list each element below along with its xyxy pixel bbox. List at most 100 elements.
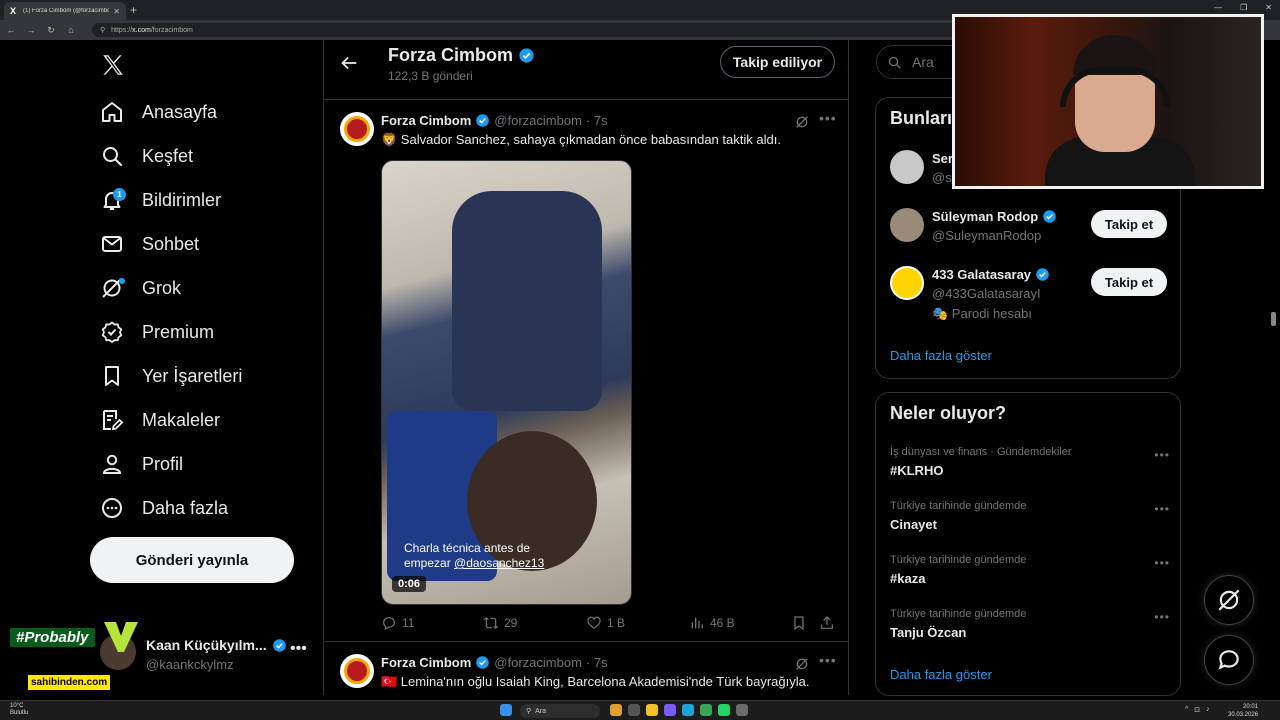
follow-button[interactable]: Takip et <box>1091 268 1167 296</box>
back-arrow-icon[interactable] <box>338 52 360 74</box>
reply-button[interactable]: 11 <box>381 615 414 631</box>
tweet-header: Forza Cimbom @forzacimbom · 7s <box>381 655 608 670</box>
site-info-icon[interactable]: ⚲ <box>100 26 105 34</box>
tweet-time[interactable]: · 7s <box>586 113 608 128</box>
tray-up-icon[interactable]: ^ <box>1185 706 1188 714</box>
weather-desc: Bulutlu <box>10 710 29 716</box>
video-caption-mention[interactable]: @daosanchez13 <box>454 556 544 570</box>
tweet-author-name[interactable]: Forza Cimbom <box>381 113 471 128</box>
nav-explore[interactable]: Keşfet <box>100 141 193 171</box>
tweet[interactable]: Forza Cimbom @forzacimbom · 7s ••• 🇹🇷 Le… <box>324 644 848 704</box>
close-window-icon[interactable]: ✕ <box>1265 3 1272 12</box>
tweet-author-handle[interactable]: @forzacimbom <box>494 113 582 128</box>
tweet-text: 🇹🇷 Lemina'nın oğlu Isaiah King, Barcelon… <box>381 674 810 689</box>
tweet-more-icon[interactable]: ••• <box>819 110 837 126</box>
nav-label: Daha fazla <box>142 497 229 518</box>
trend-more-icon[interactable]: ••• <box>1154 448 1170 462</box>
task-view-icon[interactable] <box>628 704 640 716</box>
forward-nav-icon[interactable]: → <box>26 25 36 35</box>
scrollbar-thumb[interactable] <box>1271 312 1276 326</box>
trend-topic: #KLRHO <box>890 463 944 478</box>
volume-icon[interactable]: ♪ <box>1206 706 1210 714</box>
grok-fab-button[interactable] <box>1204 575 1254 625</box>
account-more-icon[interactable]: ••• <box>290 640 307 658</box>
weather-widget[interactable]: 10°C Bulutlu <box>10 703 28 717</box>
taskbar-search[interactable]: ⚲ Ara <box>520 704 600 718</box>
minimize-icon[interactable]: — <box>1214 3 1222 12</box>
maximize-icon[interactable]: ❐ <box>1240 3 1247 12</box>
tweet-avatar[interactable] <box>340 112 374 146</box>
edge-icon[interactable] <box>682 704 694 716</box>
nav-grok[interactable]: Grok <box>100 273 181 303</box>
window-controls: — ❐ ✕ <box>1214 3 1272 12</box>
tab-title: (1) Forza Cimbom (@forzacimbom <box>23 8 110 14</box>
chrome-icon[interactable] <box>700 704 712 716</box>
url-domain: x.com <box>132 26 151 34</box>
trend-item[interactable]: Türkiye tarihinde gündemde Cinayet ••• <box>890 500 1170 538</box>
bookmark-icon[interactable] <box>791 615 807 631</box>
settings-icon[interactable] <box>736 704 748 716</box>
nav-notifications[interactable]: 1 Bildirimler <box>100 185 221 215</box>
follow-button[interactable]: Takip et <box>1091 210 1167 238</box>
nav-articles[interactable]: Makaleler <box>100 405 220 435</box>
views-button[interactable]: 46 B <box>689 615 735 631</box>
tweet-more-icon[interactable]: ••• <box>819 652 837 668</box>
reload-icon[interactable]: ↻ <box>46 25 56 36</box>
home-nav-icon[interactable]: ⌂ <box>66 25 76 35</box>
taskbar-clock[interactable]: 20:01 30.03.2026 <box>1228 703 1258 719</box>
probably-overlay-logo: #Probably <box>10 628 95 647</box>
trend-item[interactable]: Türkiye tarihinde gündemde #kaza ••• <box>890 554 1170 592</box>
trend-item[interactable]: Türkiye tarihinde gündemde Tanju Özcan •… <box>890 608 1170 646</box>
nav-bookmarks[interactable]: Yer İşaretleri <box>100 361 242 391</box>
nav-label: Yer İşaretleri <box>142 365 243 386</box>
probably-v-logo-icon <box>104 622 138 652</box>
widgets-icon[interactable] <box>610 704 622 716</box>
video-caption-line2: empezar <box>404 556 451 570</box>
x-logo-icon[interactable] <box>100 52 126 78</box>
suggested-user[interactable]: Süleyman Rodop @SuleymanRodop Takip et <box>890 208 1170 258</box>
back-nav-icon[interactable]: ← <box>6 25 16 35</box>
messages-fab-button[interactable] <box>1204 635 1254 685</box>
post-button[interactable]: Gönderi yayınla <box>90 537 294 583</box>
grok-explain-icon[interactable] <box>794 114 810 130</box>
sahibinden-overlay-logo: sahibinden.com <box>28 675 111 690</box>
tweet-author-name[interactable]: Forza Cimbom <box>381 655 471 670</box>
nav-messages[interactable]: Sohbet <box>100 229 199 259</box>
home-icon <box>102 102 122 122</box>
whatsapp-icon[interactable] <box>718 704 730 716</box>
more-icon <box>102 498 122 518</box>
suggested-user[interactable]: 433 Galatasaray @433GalatasarayI 🎭 Parod… <box>890 266 1170 326</box>
trend-item[interactable]: İş dünyası ve finans · Gündemdekiler #KL… <box>890 446 1170 484</box>
nav-premium[interactable]: Premium <box>100 317 214 347</box>
tab-close-icon[interactable]: ✕ <box>113 7 120 16</box>
app-icon[interactable] <box>664 704 676 716</box>
who-to-follow-title: Bunları <box>890 108 953 128</box>
retweet-button[interactable]: 29 <box>483 615 517 631</box>
tweet-avatar[interactable] <box>340 654 374 688</box>
trend-more-icon[interactable]: ••• <box>1154 502 1170 516</box>
tweet-video[interactable]: Charla técnica antes de empezar @daosanc… <box>381 160 632 605</box>
share-icon[interactable] <box>819 615 835 631</box>
grok-explain-icon[interactable] <box>794 656 810 672</box>
tweet-author-handle[interactable]: @forzacimbom <box>494 655 582 670</box>
start-icon[interactable] <box>500 704 512 716</box>
tweet-text: 🦁 Salvador Sanchez, sahaya çıkmadan önce… <box>381 132 781 147</box>
following-button[interactable]: Takip ediliyor <box>720 46 835 78</box>
show-more-link[interactable]: Daha fazla göster <box>890 348 992 363</box>
file-explorer-icon[interactable] <box>646 704 658 716</box>
profile-title: Forza Cimbom <box>388 45 535 66</box>
browser-tab[interactable]: X (1) Forza Cimbom (@forzacimbom ✕ <box>4 2 126 20</box>
url-path: /forzacimbom <box>150 26 193 34</box>
trend-more-icon[interactable]: ••• <box>1154 610 1170 624</box>
tweet-time[interactable]: · 7s <box>586 655 608 670</box>
nav-profile[interactable]: Profil <box>100 449 183 479</box>
show-more-link[interactable]: Daha fazla göster <box>890 667 992 682</box>
tweet[interactable]: Forza Cimbom @forzacimbom · 7s ••• 🦁 Sal… <box>324 102 848 642</box>
network-icon[interactable]: ⊡ <box>1194 706 1200 714</box>
new-tab-icon[interactable]: + <box>130 3 137 17</box>
trend-more-icon[interactable]: ••• <box>1154 556 1170 570</box>
nav-more[interactable]: Daha fazla <box>100 493 228 523</box>
webcam-overlay <box>952 14 1264 189</box>
nav-home[interactable]: Anasayfa <box>100 97 217 127</box>
like-button[interactable]: 1 B <box>586 615 625 631</box>
